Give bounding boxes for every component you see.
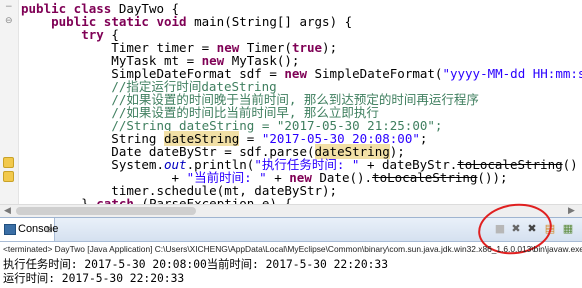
editor-gutter: − ⊖	[0, 0, 19, 204]
fold-marker-icon[interactable]: −	[5, 3, 13, 12]
code-token: );	[322, 40, 338, 55]
warning-icon[interactable]	[3, 157, 14, 168]
word-wrap-icon[interactable]: ▦	[562, 223, 574, 235]
console-icon	[4, 224, 16, 235]
code-editor[interactable]: − ⊖ public class DayTwo { public static …	[0, 0, 582, 217]
tab-console[interactable]: Console ⊠	[0, 218, 58, 241]
code-token: main(String[] args) {	[186, 14, 353, 29]
console-tab-bar: Console ⊠ ■ ✖ ✖ ▤ ▦	[0, 199, 582, 259]
fold-marker-icon[interactable]: ⊖	[5, 17, 13, 26]
scrollbar-thumb[interactable]	[16, 207, 196, 215]
console-view: Console ⊠ ■ ✖ ✖ ▤ ▦ <terminated> DayTwo [Jav…	[0, 199, 582, 288]
scroll-right-icon[interactable]: ▶	[568, 205, 575, 217]
close-tab-icon[interactable]: ⊠	[46, 218, 53, 241]
terminated-status: <terminated> DayTwo [Java Application] C…	[3, 244, 582, 254]
code-token: ());	[477, 170, 508, 185]
scroll-left-icon[interactable]: ◀	[4, 205, 11, 217]
code-token: ()	[562, 157, 578, 172]
code-token: SimpleDateFormat(	[306, 66, 443, 81]
code-token: toLocaleString	[372, 170, 478, 185]
warning-icon[interactable]	[3, 171, 14, 182]
code-token: ;	[419, 131, 428, 146]
code-token: "yyyy-MM-dd HH:mm:ss"	[442, 66, 582, 81]
console-output-line: 运行时间: 2017-5-30 22:20:33	[3, 272, 185, 285]
code-token: new	[284, 66, 307, 81]
